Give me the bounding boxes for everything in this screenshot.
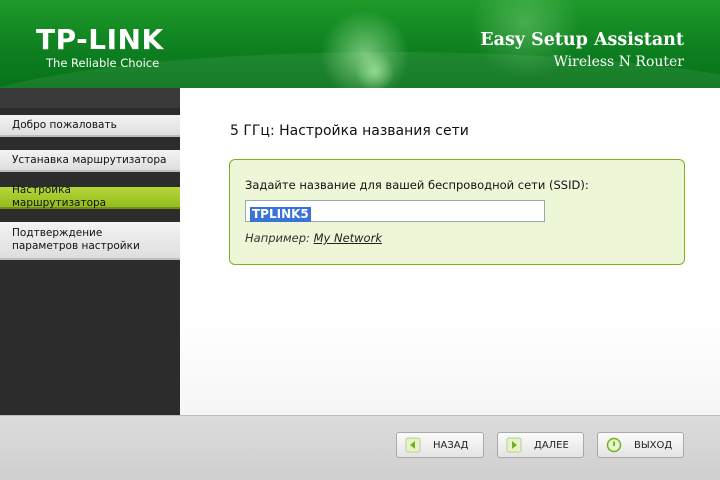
header-glow: [355, 52, 395, 88]
next-button[interactable]: ДАЛЕЕ: [497, 432, 584, 458]
example-link[interactable]: My Network: [314, 231, 382, 245]
ssid-label: Задайте название для вашей беспроводной …: [245, 178, 589, 192]
sidebar-item-label: Подтверждение параметров настройки: [12, 227, 140, 252]
exit-button-label: ВЫХОД: [634, 439, 673, 451]
app-subtitle: Wireless N Router: [553, 54, 684, 70]
example-hint: Например: My Network: [245, 231, 382, 245]
ssid-value: TPLINK5: [250, 207, 311, 222]
sidebar-item-label: Устанавка маршрутизатора: [12, 153, 167, 166]
brand-logo: TP-LINK: [36, 23, 164, 56]
header-banner: TP-LINK The Reliable Choice Easy Setup A…: [0, 0, 720, 88]
exit-button[interactable]: ВЫХОД: [597, 432, 684, 458]
sidebar-item-router-install[interactable]: Устанавка маршрутизатора: [0, 150, 180, 172]
main-content: 5 ГГц: Настройка названия сети Задайте н…: [180, 88, 720, 415]
ssid-input[interactable]: TPLINK5: [245, 200, 545, 222]
page-title: 5 ГГц: Настройка названия сети: [230, 123, 469, 139]
app-title: Easy Setup Assistant: [480, 30, 684, 50]
power-icon: [606, 437, 622, 453]
sidebar-item-confirm-settings[interactable]: Подтверждение параметров настройки: [0, 222, 180, 260]
arrow-left-icon: [405, 437, 421, 453]
sidebar-item-label: Добро пожаловать: [12, 118, 117, 131]
next-button-label: ДАЛЕЕ: [534, 439, 569, 451]
sidebar-item-welcome[interactable]: Добро пожаловать: [0, 115, 180, 137]
back-button-label: НАЗАД: [433, 439, 469, 451]
brand-tagline: The Reliable Choice: [46, 56, 160, 70]
arrow-right-icon: [506, 437, 522, 453]
example-prefix: Например:: [245, 231, 310, 245]
sidebar: Добро пожаловать Устанавка маршрутизатор…: [0, 88, 180, 415]
footer-bar: НАЗАД ДАЛЕЕ ВЫХОД: [0, 415, 720, 480]
sidebar-item-router-setup[interactable]: Настройка маршрутизатора: [0, 184, 180, 209]
back-button[interactable]: НАЗАД: [396, 432, 484, 458]
ssid-panel: Задайте название для вашей беспроводной …: [229, 159, 685, 265]
sidebar-item-label: Настройка маршрутизатора: [12, 184, 107, 209]
